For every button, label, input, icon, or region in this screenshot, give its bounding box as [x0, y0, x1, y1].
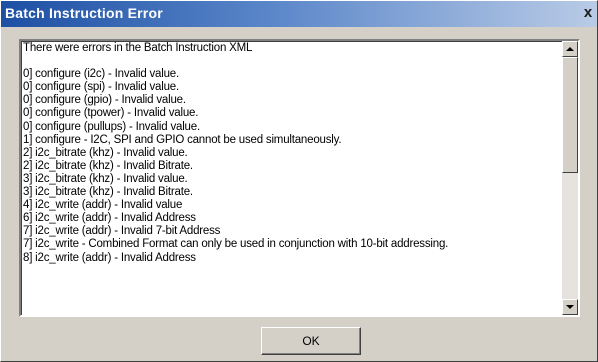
error-line: 0] configure (spi) - Invalid value.: [23, 81, 179, 94]
error-line: 7] i2c_write (addr) - Invalid 7-bit Addr…: [23, 225, 221, 238]
vertical-scrollbar[interactable]: [562, 41, 578, 315]
scroll-up-button[interactable]: [562, 41, 578, 57]
dialog-title: Batch Instruction Error: [5, 5, 163, 21]
error-line: There were errors in the Batch Instructi…: [23, 42, 253, 54]
error-line: 3] i2c_bitrate (khz) - Invalid Bitrate.: [23, 186, 193, 199]
arrow-up-icon: [566, 47, 574, 51]
error-line: 7] i2c_write - Combined Format can only …: [23, 238, 449, 251]
error-text-area: There were errors in the Batch Instructi…: [23, 42, 560, 314]
close-icon[interactable]: x: [579, 3, 597, 23]
error-message-box[interactable]: There were errors in the Batch Instructi…: [19, 39, 580, 317]
ok-button[interactable]: OK: [261, 327, 361, 355]
error-line: 3] i2c_bitrate (khz) - Invalid value.: [23, 172, 188, 185]
error-line: [23, 55, 560, 68]
error-line: 0] configure (i2c) - Invalid value.: [23, 68, 179, 81]
error-line: 6] i2c_write (addr) - Invalid Address: [23, 212, 196, 225]
error-line: 0] configure (pullups) - Invalid value.: [23, 120, 200, 133]
error-line: 1] configure - I2C, SPI and GPIO cannot …: [23, 133, 342, 146]
error-line: 8] i2c_write (addr) - Invalid Address: [23, 251, 196, 264]
scroll-down-button[interactable]: [562, 299, 578, 315]
error-line: 2] i2c_bitrate (khz) - Invalid Bitrate.: [23, 159, 193, 172]
error-line: 2] i2c_bitrate (khz) - Invalid value.: [23, 146, 188, 159]
arrow-down-icon: [566, 305, 574, 309]
scroll-thumb[interactable]: [562, 57, 578, 173]
error-dialog: Batch Instruction Error x There were err…: [0, 0, 598, 362]
title-bar[interactable]: Batch Instruction Error x: [1, 1, 597, 27]
error-line: 0] configure (gpio) - Invalid value.: [23, 94, 186, 107]
error-line: 4] i2c_write (addr) - Invalid value: [23, 199, 183, 212]
error-line: 0] configure (tpower) - Invalid value.: [23, 107, 199, 120]
